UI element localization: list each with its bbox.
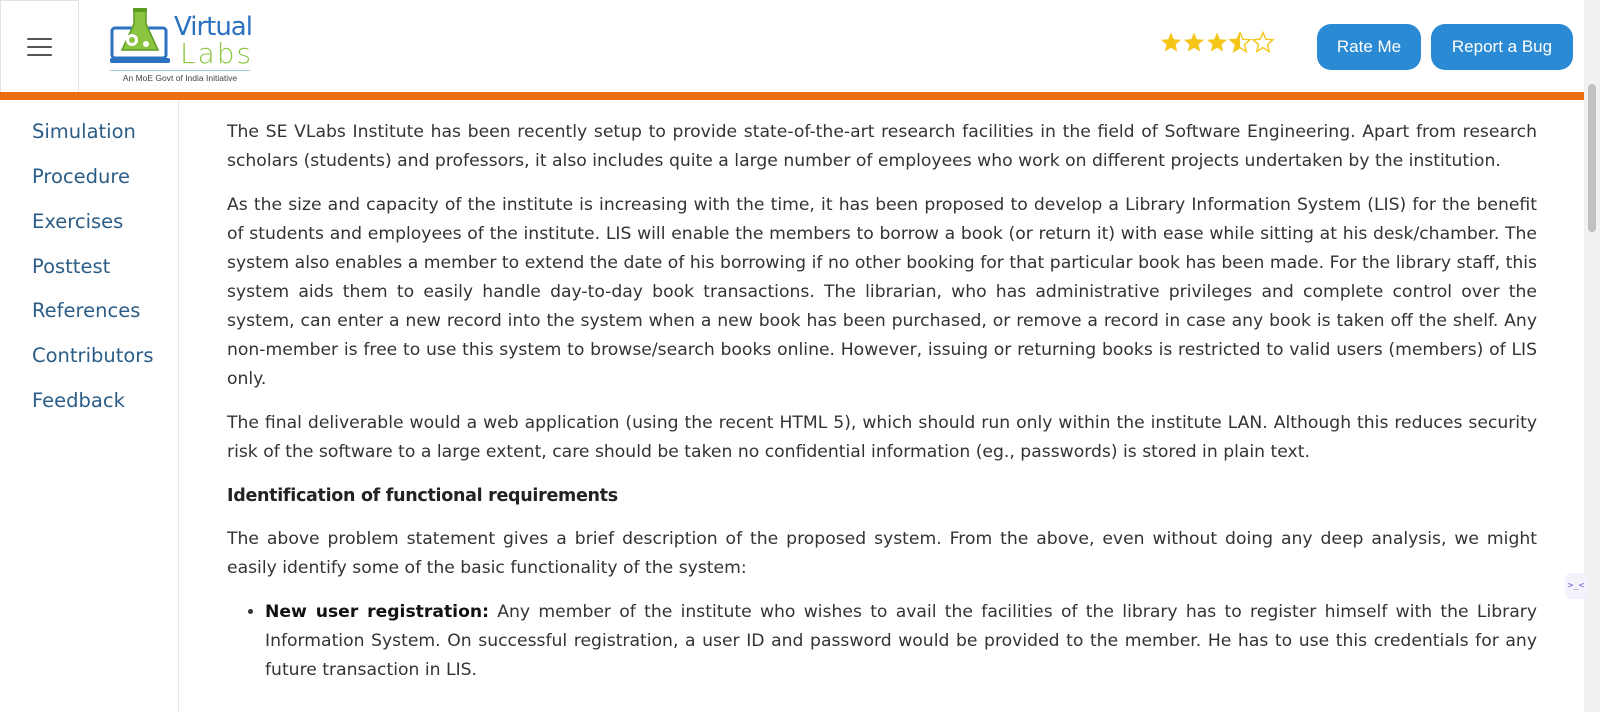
requirements-list: New user registration: Any member of the…	[227, 598, 1537, 685]
hamburger-menu-button[interactable]	[0, 0, 79, 92]
logo-text-labs: Labs	[180, 37, 254, 70]
sidebar-item-posttest[interactable]: Posttest	[32, 255, 110, 278]
deliverable-paragraph: The final deliverable would a web applic…	[227, 413, 1537, 462]
star-half-icon	[1229, 31, 1251, 53]
star-rating-icons	[1161, 31, 1274, 53]
star-full-icon	[1207, 32, 1227, 52]
section-heading: Identification of functional requirement…	[227, 486, 618, 506]
header-accent-bar	[0, 92, 1584, 100]
functionality-intro-paragraph: The above problem statement gives a brie…	[227, 529, 1537, 578]
rate-me-button[interactable]: Rate Me	[1317, 24, 1421, 70]
list-item: New user registration: Any member of the…	[265, 598, 1537, 685]
scrollbar-thumb[interactable]	[1588, 84, 1596, 232]
sidebar-item-references[interactable]: References	[32, 299, 140, 322]
menu-icon	[27, 37, 52, 56]
lab-flask-icon	[110, 8, 170, 63]
code-widget-icon[interactable]: >_<	[1565, 573, 1587, 599]
site-header: Virtual Labs An MoE Govt of India Initia…	[0, 0, 1584, 92]
sidebar-item-procedure[interactable]: Procedure	[32, 165, 130, 188]
sidebar-item-feedback[interactable]: Feedback	[32, 389, 125, 412]
main-content: The SE VLabs Institute has been recently…	[227, 118, 1537, 685]
virtual-labs-logo[interactable]: Virtual Labs An MoE Govt of India Initia…	[110, 6, 254, 86]
sidebar-item-simulation[interactable]: Simulation	[32, 120, 136, 143]
sidebar-item-exercises[interactable]: Exercises	[32, 210, 123, 233]
report-bug-button[interactable]: Report a Bug	[1431, 24, 1573, 70]
star-full-icon	[1161, 32, 1181, 52]
star-empty-icon	[1252, 31, 1274, 53]
lis-description-paragraph: As the size and capacity of the institut…	[227, 195, 1537, 389]
list-item-title: New user registration:	[265, 602, 489, 622]
star-rating[interactable]	[1160, 31, 1276, 55]
intro-paragraph: The SE VLabs Institute has been recently…	[227, 122, 1537, 171]
sidebar-nav: Simulation Procedure Exercises Posttest …	[0, 100, 179, 712]
page-scrollbar[interactable]	[1584, 0, 1600, 712]
logo-tagline: An MoE Govt of India Initiative	[110, 70, 250, 83]
sidebar-item-contributors[interactable]: Contributors	[32, 344, 153, 367]
star-full-icon	[1184, 32, 1204, 52]
